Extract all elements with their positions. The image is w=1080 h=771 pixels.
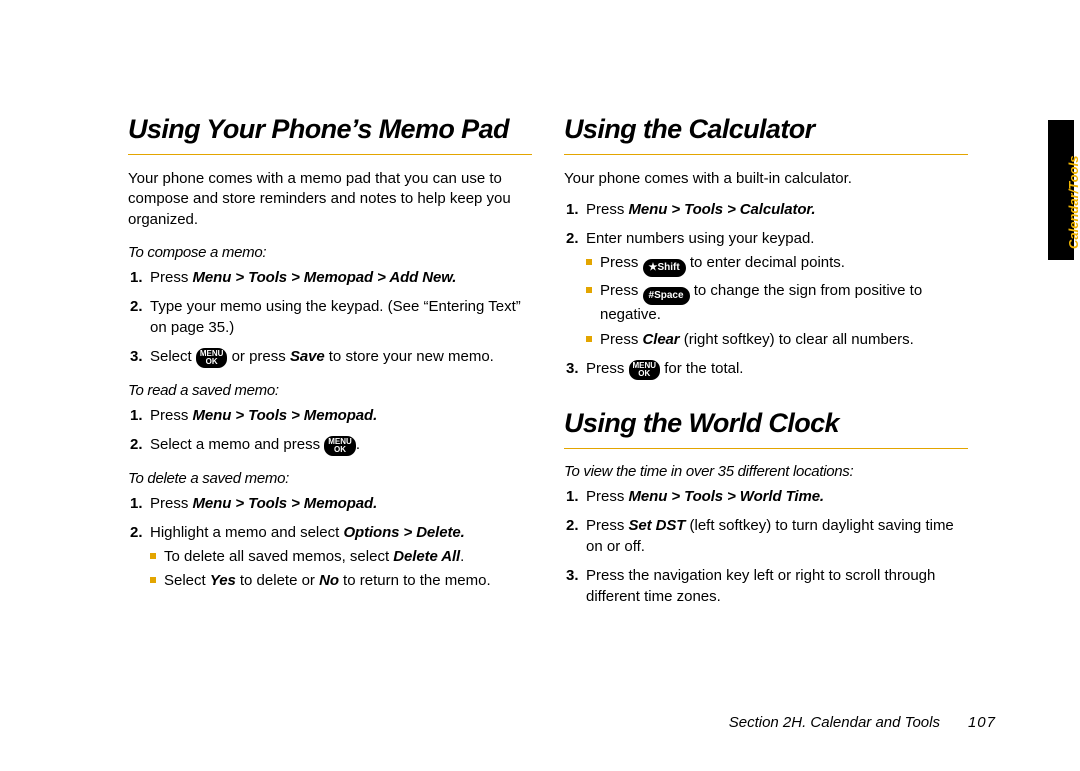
heading-world-clock: Using the World Clock <box>564 408 968 449</box>
footer-section: Section 2H. Calendar and Tools <box>729 714 940 731</box>
step: Press MENUOK for the total. <box>566 358 968 380</box>
step: Press Menu > Tools > World Time. <box>566 486 968 507</box>
steps-delete: Press Menu > Tools > Memopad. Highlight … <box>128 493 532 592</box>
sub-item: Select Yes to delete or No to return to … <box>150 571 532 591</box>
right-column: Using the Calculator Your phone comes wi… <box>564 114 968 615</box>
step: Select a memo and press MENUOK. <box>130 434 532 456</box>
menu-ok-key-icon: MENUOK <box>629 360 661 380</box>
subhead-read: To read a saved memo: <box>128 382 532 399</box>
subhead-delete: To delete a saved memo: <box>128 470 532 487</box>
steps-read: Press Menu > Tools > Memopad. Select a m… <box>128 405 532 456</box>
step: Press the navigation key left or right t… <box>566 565 968 607</box>
star-shift-key-icon: ★Shift <box>643 259 686 277</box>
memo-intro: Your phone comes with a memo pad that yo… <box>128 169 532 230</box>
steps-calc: Press Menu > Tools > Calculator. Enter n… <box>564 199 968 380</box>
step: Press Menu > Tools > Memopad. <box>130 493 532 514</box>
heading-calculator: Using the Calculator <box>564 114 968 155</box>
subhead-worldclock: To view the time in over 35 different lo… <box>564 463 968 480</box>
page-content: Using Your Phone’s Memo Pad Your phone c… <box>128 114 968 615</box>
step: Enter numbers using your keypad. Press ★… <box>566 228 968 350</box>
sub-list: Press ★Shift to enter decimal points. Pr… <box>586 253 968 350</box>
step: Type your memo using the keypad. (See “E… <box>130 296 532 338</box>
side-tab-label: Calendar/Tools <box>1066 156 1080 249</box>
hash-space-key-icon: #Space <box>643 287 690 305</box>
step: Highlight a memo and select Options > De… <box>130 522 532 592</box>
sub-list: To delete all saved memos, select Delete… <box>150 547 532 592</box>
steps-worldclock: Press Menu > Tools > World Time. Press S… <box>564 486 968 607</box>
step: Press Menu > Tools > Memopad. <box>130 405 532 426</box>
steps-compose: Press Menu > Tools > Memopad > Add New. … <box>128 267 532 368</box>
sub-item: Press ★Shift to enter decimal points. <box>586 253 968 277</box>
step: Press Set DST (left softkey) to turn day… <box>566 515 968 557</box>
side-tab: Calendar/Tools <box>1048 120 1074 260</box>
left-column: Using Your Phone’s Memo Pad Your phone c… <box>128 114 532 615</box>
heading-memo-pad: Using Your Phone’s Memo Pad <box>128 114 532 155</box>
step: Press Menu > Tools > Memopad > Add New. <box>130 267 532 288</box>
step: Select MENUOK or press Save to store you… <box>130 346 532 368</box>
sub-item: To delete all saved memos, select Delete… <box>150 547 532 567</box>
menu-ok-key-icon: MENUOK <box>196 348 228 368</box>
page-footer: Section 2H. Calendar and Tools 107 <box>729 714 996 731</box>
sub-item: Press #Space to change the sign from pos… <box>586 281 968 325</box>
footer-page-number: 107 <box>968 714 996 731</box>
subhead-compose: To compose a memo: <box>128 244 532 261</box>
step: Press Menu > Tools > Calculator. <box>566 199 968 220</box>
calc-intro: Your phone comes with a built-in calcula… <box>564 169 968 189</box>
menu-ok-key-icon: MENUOK <box>324 436 356 456</box>
sub-item: Press Clear (right softkey) to clear all… <box>586 330 968 350</box>
